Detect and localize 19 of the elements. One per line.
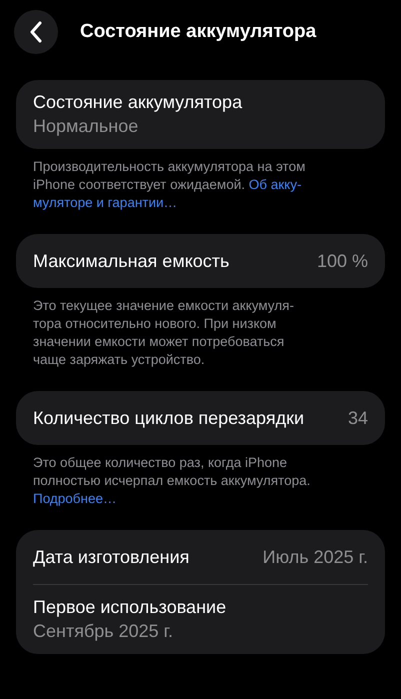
row-label: Дата изготовления xyxy=(33,546,190,568)
row-label: Количество циклов перезарядки xyxy=(33,408,304,428)
row-value: 100 % xyxy=(316,250,368,272)
page-title: Состояние аккумулятора xyxy=(80,21,316,43)
section-footer-text: Это общее количество раз, когда iPhone полностью исчерпал емкость аккумулятора. Подробнее… xyxy=(32,454,312,508)
row-value: 34 xyxy=(348,408,368,428)
chevron-left-icon xyxy=(29,21,43,43)
section-footer-text: Производительность аккумулятора на этом iPhone соответствует ожидаемой. Об акку- муляторе и гарантии… xyxy=(32,158,306,212)
row-label: Первое использование xyxy=(33,597,226,618)
more-info-link[interactable]: Об акку- xyxy=(248,177,302,192)
back-button[interactable] xyxy=(14,10,58,54)
row-value: Сентябрь 2025 г. xyxy=(33,621,174,642)
section-footer-text: Это текущее значение емкости аккумуля- тора относительно нового. При низком значении емкости может потребоваться чаще заряжать устройство. xyxy=(32,297,295,369)
more-info-link[interactable]: муляторе и гарантии… xyxy=(33,195,178,210)
row-label: Состояние аккумулятора xyxy=(33,92,242,113)
row-value: Июль 2025 г. xyxy=(262,546,368,568)
row-value: Нормальное xyxy=(33,116,138,137)
more-info-link[interactable]: Подробнее… xyxy=(33,491,117,506)
row-label: Максимальная емкость xyxy=(33,250,230,272)
